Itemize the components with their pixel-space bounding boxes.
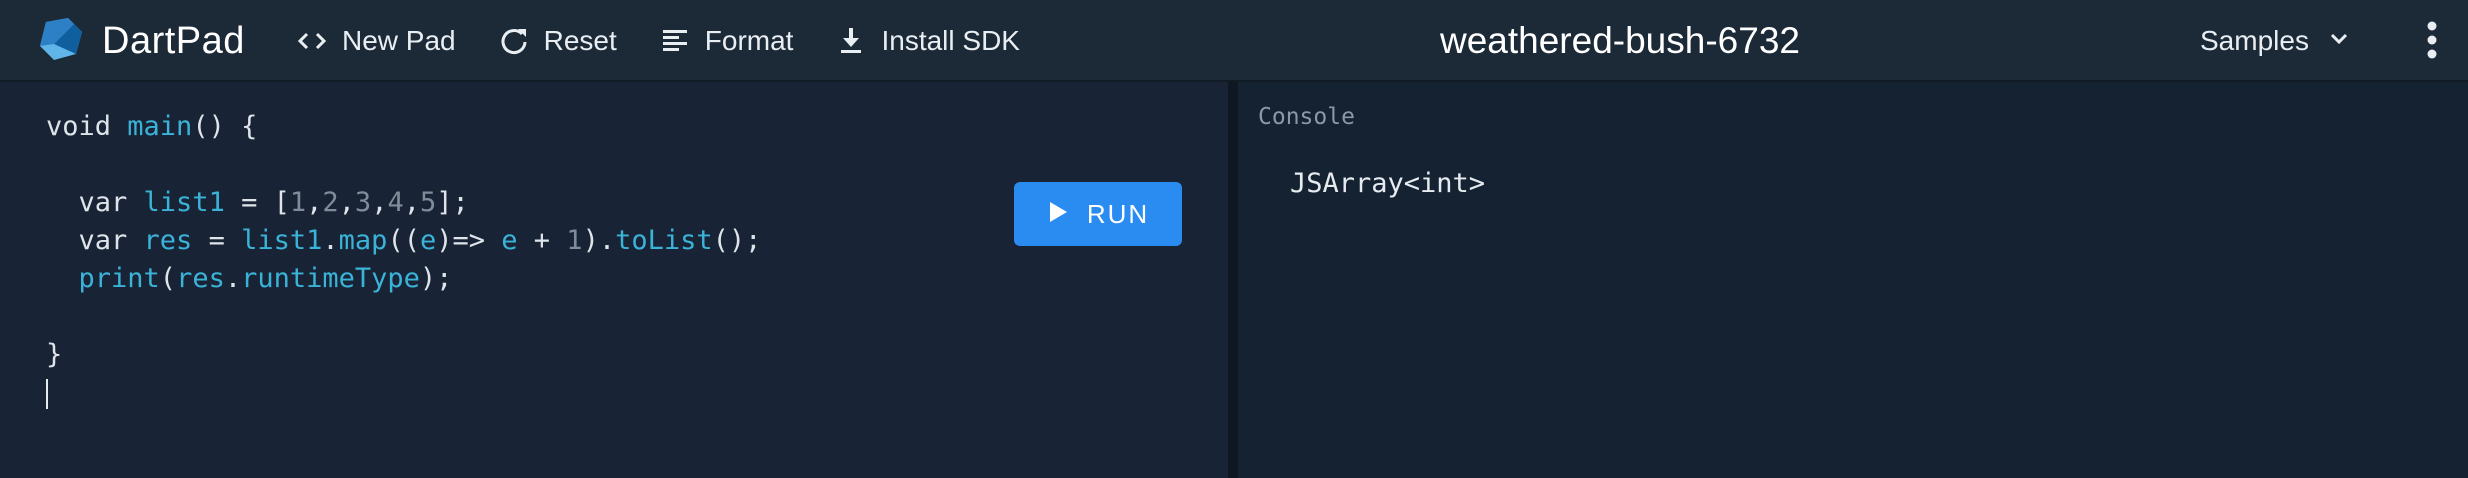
code-line-4: var res = list1.map((e)=> e + 1).toList(… [46,225,762,256]
code-line-7: } [46,339,63,370]
install-sdk-label: Install SDK [881,25,1020,56]
code-editor[interactable]: void main() { var list1 = [1,2,3,4,5]; v… [0,82,1228,478]
dart-logo-icon [36,14,86,69]
app-name: DartPad [102,19,245,62]
more-menu-button[interactable] [2412,16,2452,68]
brand[interactable]: DartPad [36,12,245,70]
run-label: RUN [1086,198,1150,229]
panel-divider[interactable] [1228,82,1238,478]
chevron-down-icon [2327,27,2351,56]
new-pad-button[interactable]: New Pad [288,12,464,70]
reset-label: Reset [543,25,617,56]
refresh-icon [498,25,530,57]
run-button[interactable]: RUN [1014,182,1182,246]
top-app-bar: DartPad New Pad Reset Format Install SDK [0,0,2468,82]
console-output: JSArray<int> [1290,168,1486,199]
code-line-8 [46,374,761,412]
code-lines[interactable]: void main() { var list1 = [1,2,3,4,5]; v… [46,108,761,412]
code-line-5: print(res.runtimeType); [78,263,453,294]
download-icon [835,25,867,57]
pad-title[interactable]: weathered-bush-6732 [1300,12,1940,70]
code-brackets-icon [296,25,328,57]
new-pad-label: New Pad [342,25,456,56]
console-panel: Console JSArray<int> [1238,82,2468,478]
reset-button[interactable]: Reset [490,12,625,70]
samples-label: Samples [2200,25,2309,56]
text-cursor [46,378,48,409]
install-sdk-button[interactable]: Install SDK [827,12,1028,70]
code-line-3: var list1 = [1,2,3,4,5]; [46,187,469,218]
samples-dropdown[interactable]: Samples [2200,12,2351,70]
toolbar: New Pad Reset Format Install SDK [288,12,1054,70]
format-lines-icon [659,25,691,57]
console-title: Console [1258,104,1355,130]
code-line-1: void main() { [46,111,258,142]
more-vert-icon [2426,20,2438,65]
format-button[interactable]: Format [651,12,802,70]
play-icon [1047,200,1069,229]
format-label: Format [704,25,794,56]
